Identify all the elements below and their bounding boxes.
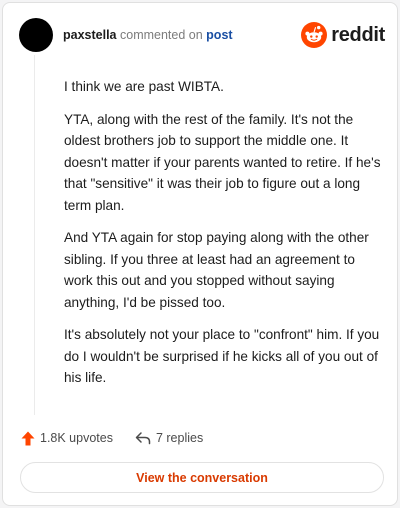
reply-arrow-icon (135, 432, 151, 445)
replies[interactable]: 7 replies (135, 431, 203, 445)
replies-count: 7 replies (155, 431, 204, 445)
comment-header: paxstella commented on post reddit (19, 18, 385, 54)
comment-embed-card: paxstella commented on post reddit I thi… (2, 2, 398, 506)
upvotes-count: 1.8K upvotes (40, 431, 113, 445)
view-conversation-button[interactable]: View the conversation (20, 462, 384, 493)
reddit-snoo-icon (301, 22, 328, 48)
comment-paragraph: It's absolutely not your place to "confr… (64, 327, 380, 385)
upvotes[interactable]: 1.8K upvotes (21, 431, 113, 446)
comment-actions: 1.8K upvotes 7 replies (21, 428, 225, 448)
comment-paragraph: And YTA again for stop paying along with… (64, 230, 369, 310)
comment-paragraph: YTA, along with the rest of the family. … (64, 111, 381, 213)
reddit-logo[interactable]: reddit (301, 22, 385, 48)
commented-on-text: commented on (120, 28, 203, 42)
reddit-wordmark: reddit (331, 24, 385, 46)
avatar[interactable] (19, 18, 53, 52)
comment-meta: paxstella commented on post (63, 27, 233, 43)
post-link[interactable]: post (206, 28, 232, 42)
username-link[interactable]: paxstella (63, 28, 117, 42)
thread-line (34, 55, 35, 415)
comment-paragraph: I think we are past WIBTA. (64, 79, 224, 94)
comment-body: I think we are past WIBTA. YTA, along wi… (64, 76, 384, 400)
upvote-arrow-icon (21, 431, 35, 445)
